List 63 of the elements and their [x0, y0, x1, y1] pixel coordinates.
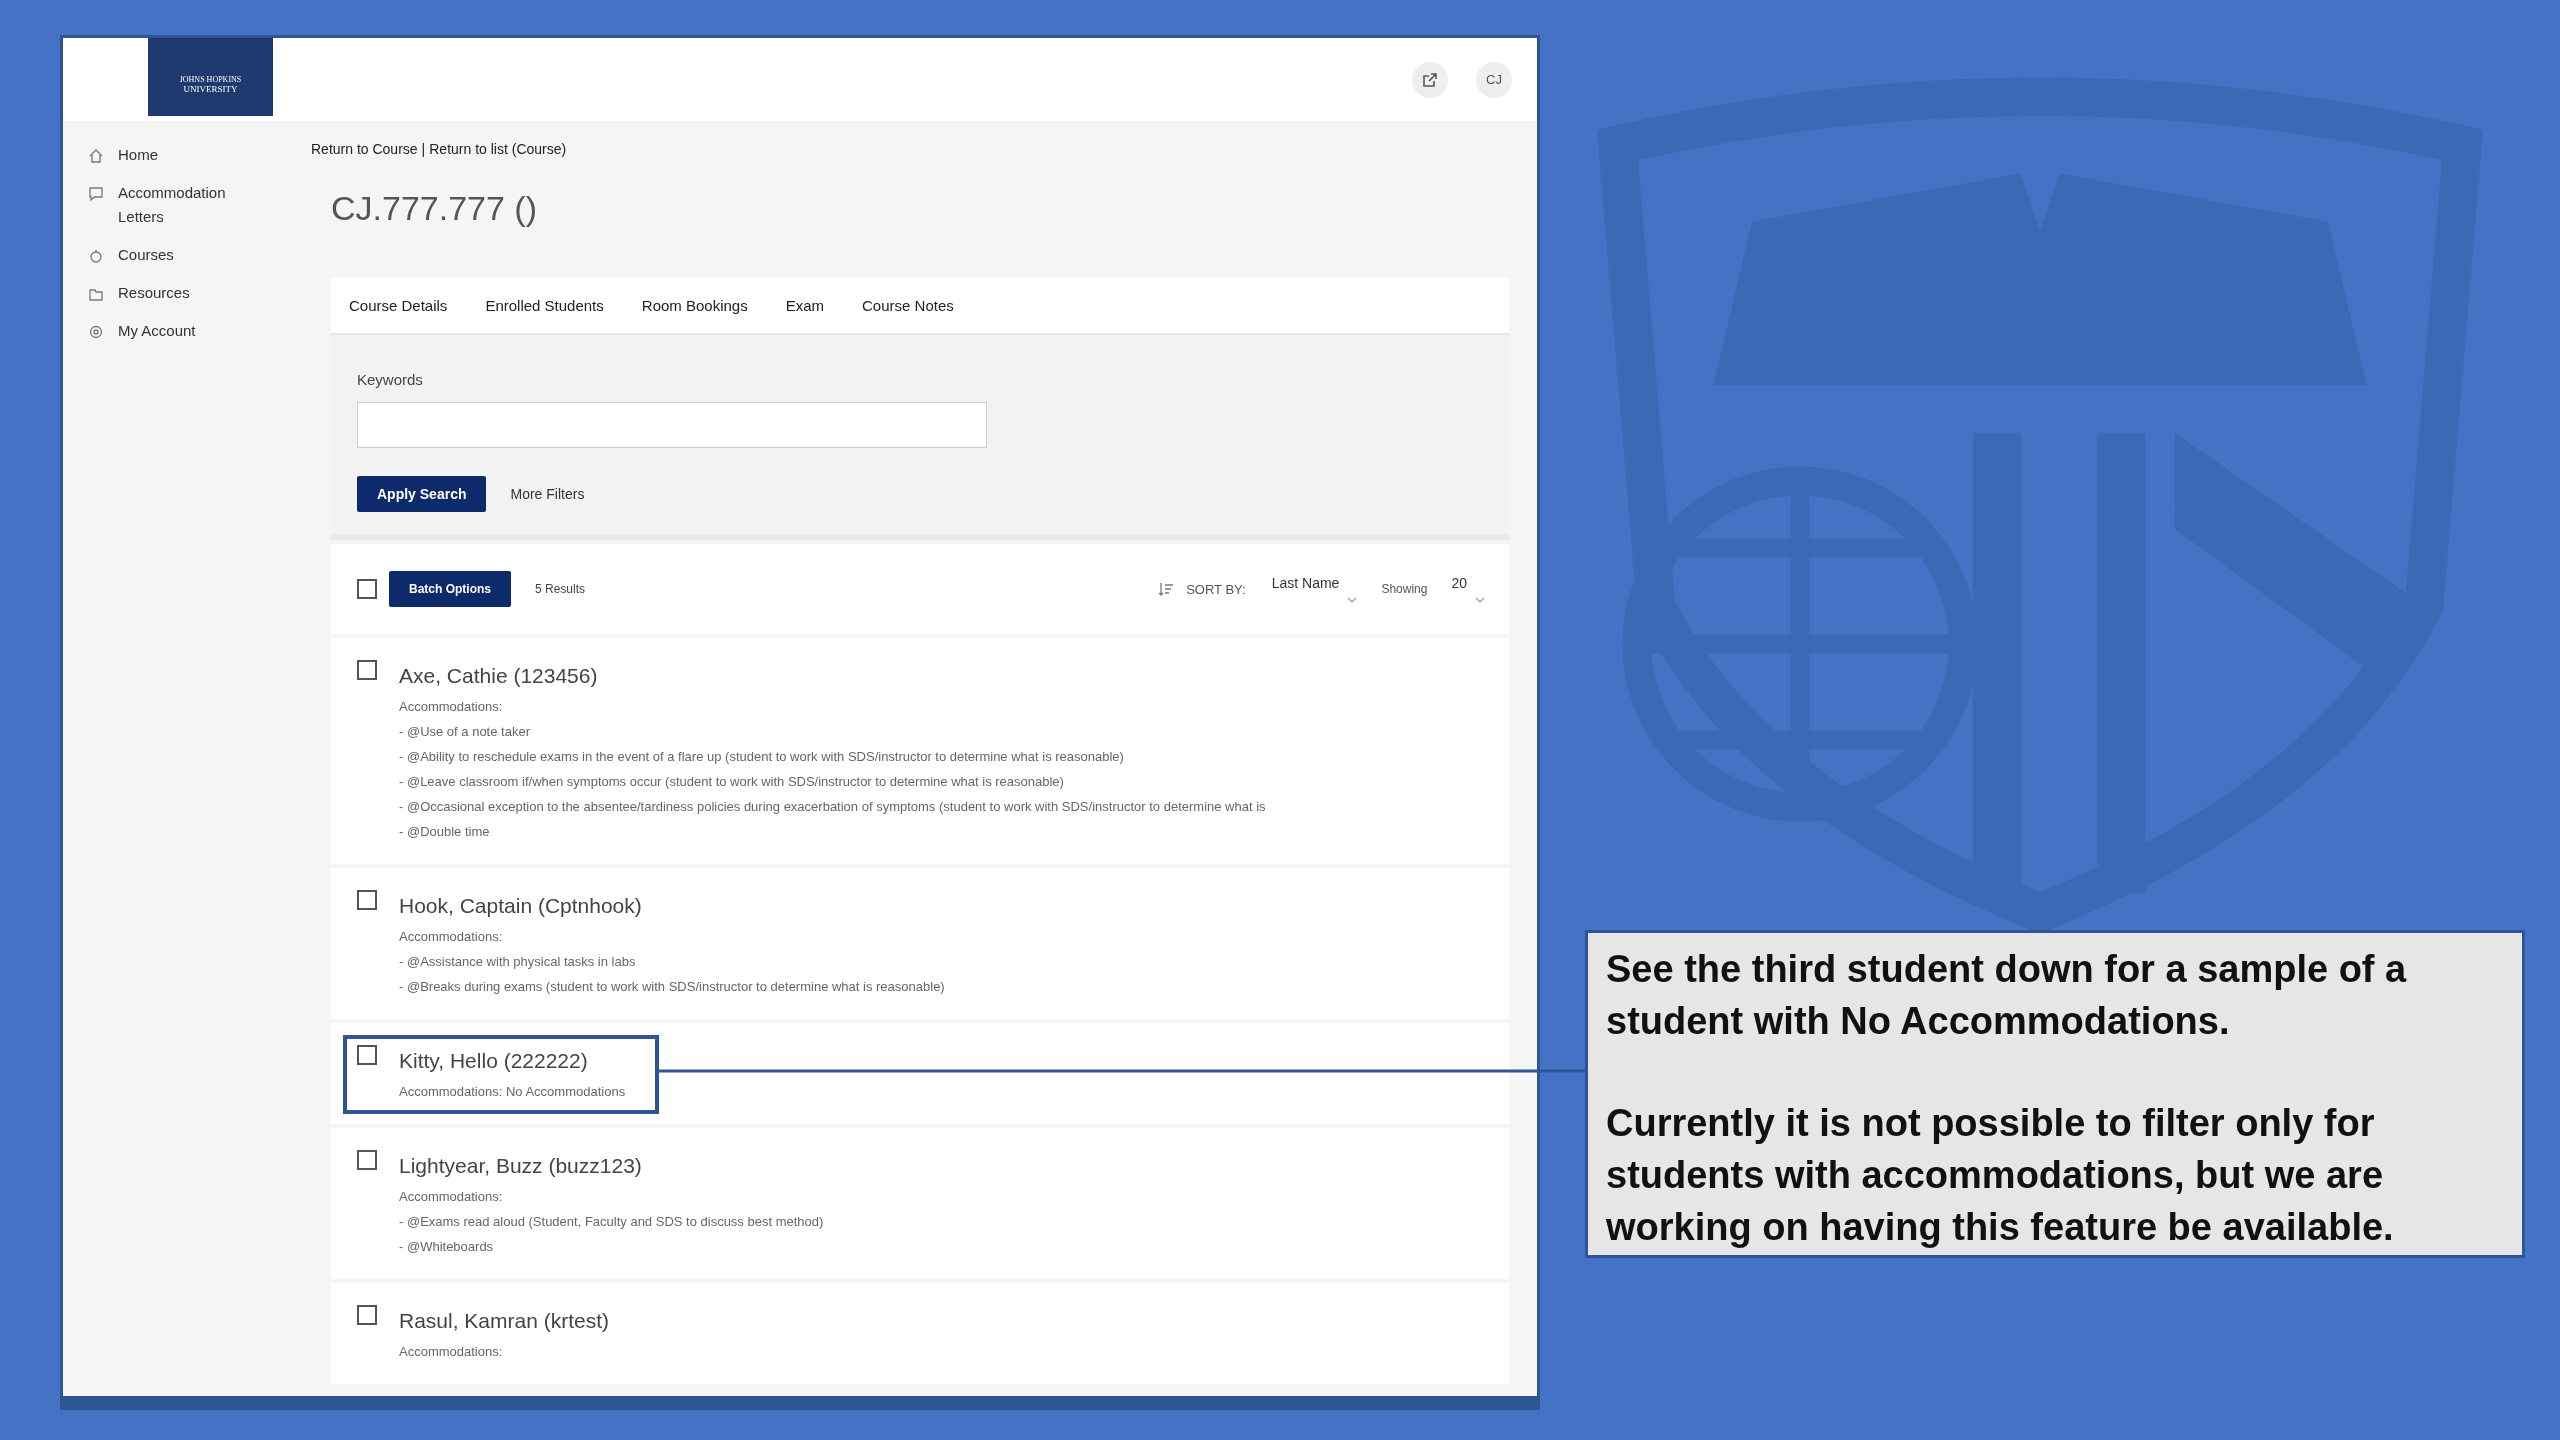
chat-icon — [88, 186, 104, 202]
external-link-icon — [1422, 71, 1438, 88]
accommodation-item: - @Double time — [399, 823, 491, 841]
accommodations-label: Accommodations: — [399, 1188, 504, 1206]
apply-search-button[interactable]: Apply Search — [357, 476, 487, 512]
external-link-button[interactable] — [1412, 61, 1448, 98]
breadcrumb-link[interactable]: Return to list (Course) — [429, 141, 567, 157]
folder-icon — [88, 286, 104, 302]
settings-icon — [88, 324, 104, 340]
page-title: CJ.777.777 () — [331, 189, 538, 229]
showing-label: Showing — [1381, 582, 1428, 596]
student-name: Rasul, Kamran (krtest) — [399, 1309, 610, 1333]
tab[interactable]: Room Bookings — [641, 296, 748, 314]
results-count: 5 Results — [535, 582, 586, 596]
checkbox[interactable] — [357, 890, 377, 910]
student-name: Axe, Cathie (123456) — [399, 664, 599, 688]
sidebar-item[interactable]: My Account — [118, 319, 196, 343]
caret-icon — [1347, 597, 1358, 603]
callout-text: See the third student down for a sample of a student with No Accommodations. — [1606, 947, 2408, 1044]
student-name: Hook, Captain (Cptnhook) — [399, 894, 643, 918]
breadcrumb-separator: | — [421, 141, 426, 157]
accommodation-item: - @Exams read aloud (Student, Faculty and SDS to discuss best method) — [399, 1213, 824, 1231]
avatar-button[interactable]: CJ — [1476, 61, 1512, 98]
sort-icon — [1158, 582, 1175, 596]
tab[interactable]: Exam — [785, 296, 825, 314]
callout-text: Currently it is not possible to filter only for students with accommodations, but we are working on having this feature be available. — [1606, 1101, 2395, 1250]
breadcrumb-link[interactable]: Return to Course — [311, 141, 418, 157]
sidebar-item[interactable]: Accommodation Letters — [118, 181, 258, 229]
caret-icon — [1475, 597, 1485, 603]
accommodations-label: Accommodations: — [399, 1343, 504, 1361]
accommodation-item: - @Breaks during exams (student to work with SDS/instructor to determine what is reasonable) — [399, 978, 945, 996]
sidebar-item[interactable]: Courses — [118, 243, 174, 267]
batch-options-button[interactable]: Batch Options — [389, 571, 511, 607]
tab[interactable]: Enrolled Students — [485, 296, 604, 314]
keywords-field[interactable] — [357, 402, 987, 448]
more-filters-button[interactable]: More Filters — [510, 486, 585, 502]
checkbox[interactable] — [357, 1045, 377, 1065]
student-name: Kitty, Hello (222222) — [399, 1049, 589, 1073]
field-label: Keywords — [357, 371, 423, 388]
checkbox[interactable] — [357, 1150, 377, 1170]
accommodation-item: - @Whiteboards — [399, 1238, 495, 1256]
accommodation-item: - @Use of a note taker — [399, 723, 531, 741]
tab[interactable]: Course Details — [349, 296, 448, 314]
accommodations-label: Accommodations: — [399, 928, 504, 946]
home-icon — [88, 148, 104, 164]
checkbox[interactable] — [357, 660, 377, 680]
tab[interactable]: Course Notes — [862, 296, 954, 314]
sort-dropdown[interactable]: Last Name — [1271, 575, 1358, 603]
checkbox[interactable] — [357, 579, 377, 599]
sort-label: SORT BY: — [1186, 581, 1246, 597]
page-size-dropdown[interactable]: 20 — [1451, 575, 1485, 603]
university-logo[interactable]: JOHNS HOPKINS UNIVERSITY — [148, 38, 273, 116]
student-name: Lightyear, Buzz (buzz123) — [399, 1154, 643, 1178]
accommodation-item: - @Occasional exception to the absentee/tardiness policies during exacerbation of symptoms (student to work with SDS/instructor to determine what is — [399, 798, 1266, 816]
clock-icon — [88, 248, 104, 264]
sidebar-item[interactable]: Home — [118, 143, 158, 167]
sidebar-item[interactable]: Resources — [118, 281, 190, 305]
checkbox[interactable] — [357, 1305, 377, 1325]
accommodation-item: - @Leave classroom if/when symptoms occur (student to work with SDS/instructor to determine what is reasonable) — [399, 773, 1065, 791]
accommodations-label: Accommodations: — [399, 698, 504, 716]
accommodations-label: Accommodations: No Accommodations — [399, 1083, 626, 1101]
accommodation-item: - @Assistance with physical tasks in labs — [399, 953, 637, 971]
accommodation-item: - @Ability to reschedule exams in the event of a flare up (student to work with SDS/instructor to determine what is reasonable) — [399, 748, 1125, 766]
